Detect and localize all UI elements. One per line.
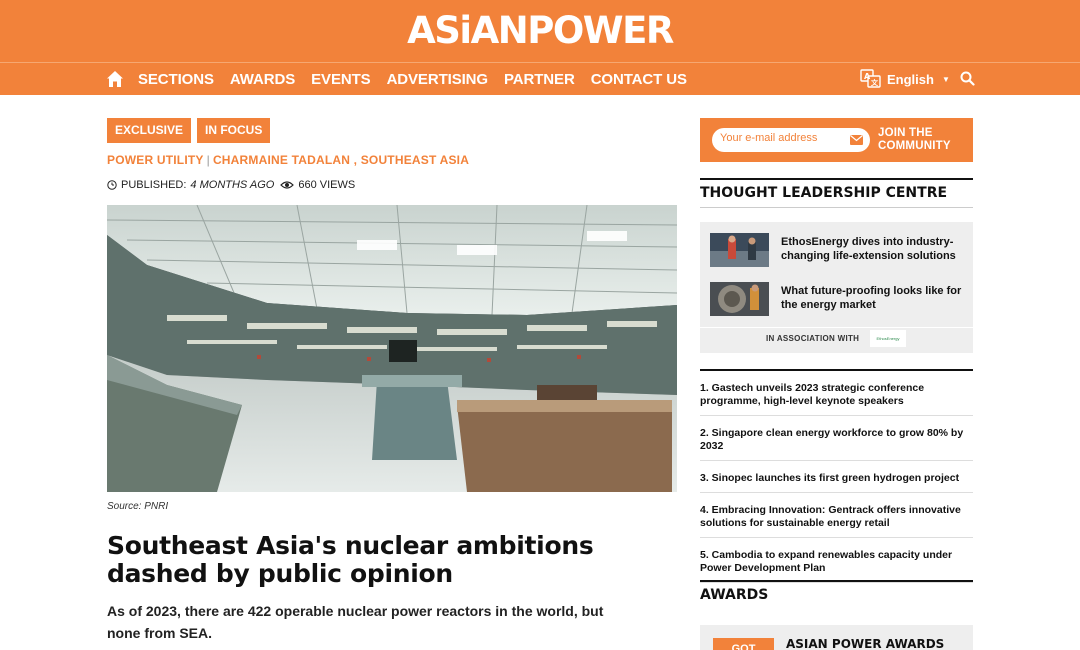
awards-badge: GOT: [713, 638, 774, 650]
article-meta: PUBLISHED: 4 MONTHS AGO 660 VIEWS: [107, 179, 355, 191]
site-logo[interactable]: ASiANPOWER: [0, 9, 1080, 52]
divider: |: [206, 153, 210, 167]
divider: [700, 207, 973, 208]
thought-leadership-title: THOUGHT LEADERSHIP CENTRE: [700, 178, 973, 201]
svg-text:A: A: [864, 72, 871, 81]
nav-events[interactable]: EVENTS: [311, 71, 371, 88]
published-value: 4 MONTHS AGO: [190, 179, 275, 191]
eye-icon: [280, 181, 295, 189]
tag-exclusive[interactable]: EXCLUSIVE: [107, 118, 192, 143]
partner-logo[interactable]: EthosEnergy: [870, 330, 906, 347]
awards-card-title: ASIAN POWER AWARDS: [786, 637, 945, 650]
nav-awards[interactable]: AWARDS: [230, 71, 295, 88]
thought-leadership-link[interactable]: What future-proofing looks like for the …: [781, 284, 966, 312]
nav-contact-us[interactable]: CONTACT US: [591, 71, 687, 88]
clock-icon: [107, 180, 117, 190]
divider: [700, 327, 973, 328]
list-item[interactable]: 4. Embracing Innovation: Gentrack offers…: [700, 493, 973, 538]
list-item[interactable]: 5. Cambodia to expand renewables capacit…: [700, 538, 973, 583]
join-label-line1: JOIN THE: [878, 127, 933, 139]
image-source: Source: PNRI: [107, 501, 169, 512]
nav-links: SECTIONS AWARDS EVENTS ADVERTISING PARTN…: [138, 63, 703, 96]
nav-sections[interactable]: SECTIONS: [138, 71, 214, 88]
article-lead: As of 2023, there are 422 operable nucle…: [107, 603, 604, 641]
nav-advertising[interactable]: ADVERTISING: [387, 71, 489, 88]
thought-leadership-link[interactable]: EthosEnergy dives into industry-changing…: [781, 235, 966, 263]
nav-partner[interactable]: PARTNER: [504, 71, 575, 88]
home-icon[interactable]: [106, 70, 124, 88]
translate-icon: A 文: [860, 69, 881, 88]
published-label: PUBLISHED:: [121, 179, 187, 191]
category-link[interactable]: POWER UTILITY: [107, 153, 204, 167]
svg-text:文: 文: [871, 78, 879, 87]
association-label: IN ASSOCIATION WITH: [766, 334, 860, 343]
article-headline: Southeast Asia's nuclear ambitions dashe…: [107, 531, 594, 588]
awards-title: AWARDS: [700, 580, 973, 603]
join-community-button[interactable]: JOIN THE COMMUNITY: [878, 127, 951, 153]
join-label-line2: COMMUNITY: [878, 140, 951, 152]
language-label: English: [887, 71, 934, 87]
thought-leadership-item[interactable]: EthosEnergy dives into industry-changing…: [710, 233, 965, 267]
email-field[interactable]: [720, 132, 840, 144]
thought-leadership-box: EthosEnergy dives into industry-changing…: [700, 222, 973, 353]
main-nav: SECTIONS AWARDS EVENTS ADVERTISING PARTN…: [0, 62, 1080, 95]
article-thumbnail: [710, 282, 769, 316]
search-icon[interactable]: [960, 71, 975, 86]
thought-leadership-item[interactable]: What future-proofing looks like for the …: [710, 282, 965, 316]
list-item[interactable]: 2. Singapore clean energy workforce to g…: [700, 416, 973, 461]
site-header: ASiANPOWER: [0, 0, 1080, 62]
language-selector[interactable]: A 文 English ▼: [860, 69, 950, 89]
list-item[interactable]: 3. Sinopec launches its first green hydr…: [700, 461, 973, 493]
article-categories: POWER UTILITY | CHARMAINE TADALAN , SOUTHE…: [107, 153, 469, 167]
email-field-wrapper: [712, 128, 870, 152]
awards-card[interactable]: GOT ASIAN POWER AWARDS: [700, 625, 973, 650]
byline-link[interactable]: CHARMAINE TADALAN , SOUTHEAST ASIA: [213, 153, 469, 167]
article-thumbnail: [710, 233, 769, 267]
article-hero-image: [107, 205, 677, 492]
view-count: 660 VIEWS: [298, 179, 356, 191]
mail-icon[interactable]: [850, 134, 863, 146]
partner-logo-text: EthosEnergy: [876, 336, 900, 341]
list-item[interactable]: 1. Gastech unveils 2023 strategic confer…: [700, 371, 973, 416]
newsletter-signup: JOIN THE COMMUNITY: [700, 118, 973, 162]
chevron-down-icon: ▼: [941, 74, 950, 84]
top-news-list: 1. Gastech unveils 2023 strategic confer…: [700, 369, 973, 583]
control-room-illustration: [107, 205, 677, 492]
tag-in-focus[interactable]: IN FOCUS: [197, 118, 271, 143]
